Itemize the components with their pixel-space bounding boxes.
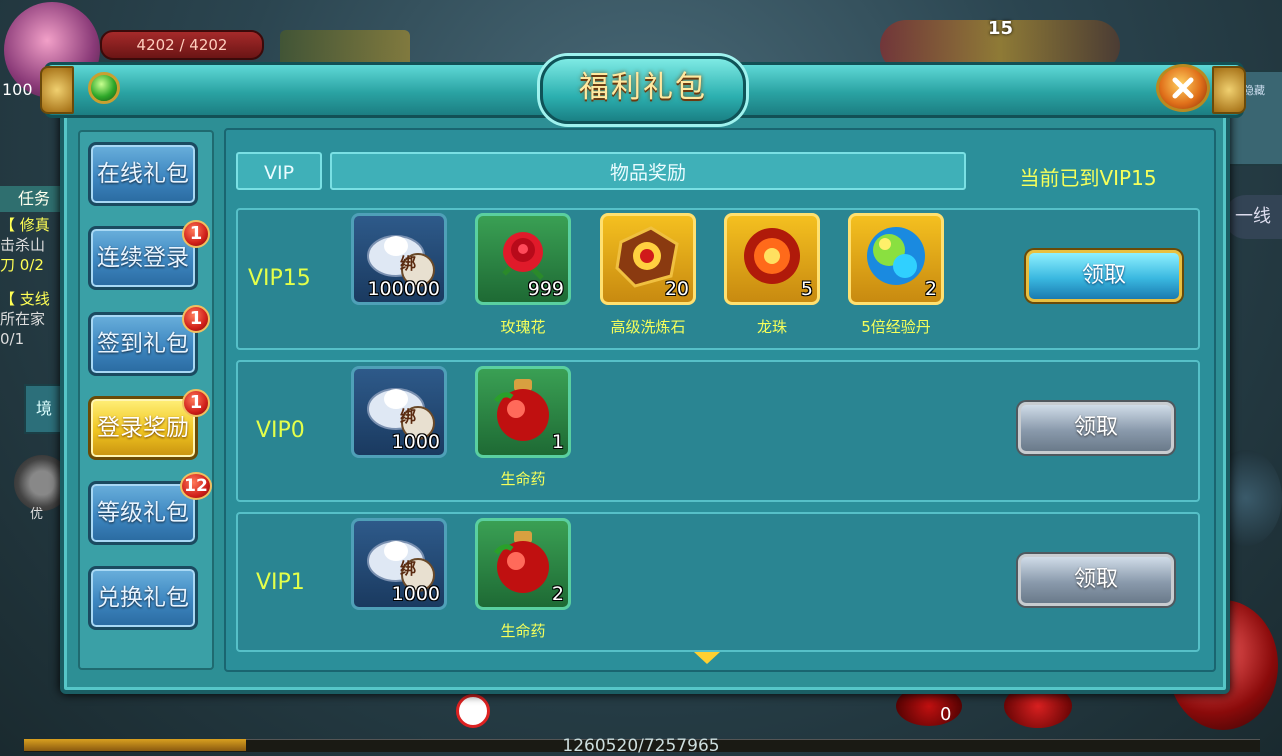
health-potion-icon bbox=[494, 379, 549, 441]
item-name: 玫瑰花 bbox=[500, 318, 546, 336]
exp-pill-icon bbox=[867, 227, 925, 285]
hp-bar: 4202 / 4202 bbox=[100, 30, 264, 60]
settings-label: 优 bbox=[30, 507, 44, 522]
item-quantity: 100000 bbox=[367, 278, 440, 300]
quest-line: 所在家 bbox=[0, 310, 46, 328]
scroll-ornament-left bbox=[40, 66, 74, 114]
item-quantity: 1000 bbox=[391, 583, 440, 605]
green-gem-icon bbox=[88, 72, 120, 104]
notification-badge: 12 bbox=[180, 472, 212, 500]
scene-button[interactable]: 境 bbox=[24, 384, 64, 434]
row-vip-level: VIP1 bbox=[256, 570, 305, 595]
notification-badge: 1 bbox=[182, 220, 210, 248]
reward-item[interactable]: 绑 1000 bbox=[351, 366, 447, 458]
event-count-badge: 15 bbox=[988, 18, 1014, 39]
header-rewards: 物品奖励 bbox=[330, 152, 966, 190]
item-quantity: 2 bbox=[924, 278, 937, 300]
nav-redeem-gift[interactable]: 兑换礼包 bbox=[88, 566, 198, 630]
claim-button[interactable]: 领取 bbox=[1018, 554, 1174, 606]
bound-stamp: 绑 bbox=[400, 559, 417, 578]
bound-stamp: 绑 bbox=[400, 254, 417, 273]
item-quantity: 2 bbox=[551, 583, 564, 605]
item-name: 生命药 bbox=[500, 470, 546, 488]
reward-item[interactable]: 20 bbox=[600, 213, 696, 305]
nav-online-gift[interactable]: 在线礼包 bbox=[88, 142, 198, 206]
reward-item[interactable]: 绑 1000 bbox=[351, 518, 447, 610]
item-name: 生命药 bbox=[500, 622, 546, 640]
row-vip-level: VIP15 bbox=[248, 266, 311, 291]
item-quantity: 1 bbox=[551, 431, 564, 453]
quest-tracker[interactable]: 【 修真 击杀山 刀 0/2 【 支线 所在家 0/1 bbox=[0, 215, 60, 349]
item-name: 龙珠 bbox=[756, 318, 787, 336]
notification-badge: 1 bbox=[182, 389, 210, 417]
item-quantity: 20 bbox=[664, 278, 689, 300]
skill-slot-value: 0 bbox=[940, 704, 952, 725]
bound-stamp: 绑 bbox=[400, 407, 417, 426]
quest-line: 刀 0/2 bbox=[0, 256, 44, 274]
row-vip-level: VIP0 bbox=[256, 418, 305, 443]
server-line-button[interactable]: 一线 bbox=[1224, 195, 1282, 239]
claim-button[interactable]: 领取 bbox=[1018, 402, 1174, 454]
current-vip-status: 当前已到VIP15 bbox=[1019, 166, 1157, 190]
quest-line: 击杀山 bbox=[0, 236, 46, 254]
player-level: 100 bbox=[2, 80, 33, 99]
health-potion-icon bbox=[494, 531, 549, 593]
item-quantity: 1000 bbox=[391, 431, 440, 453]
close-icon bbox=[1172, 77, 1194, 99]
reward-item[interactable]: 2 bbox=[475, 518, 571, 610]
reward-item[interactable]: 2 bbox=[848, 213, 944, 305]
reward-item[interactable]: 999 bbox=[475, 213, 571, 305]
quest-line: 【 支线 bbox=[0, 290, 50, 308]
close-button[interactable] bbox=[1156, 64, 1210, 112]
item-name: 5倍经验丹 bbox=[861, 318, 931, 336]
dragon-pearl-icon bbox=[744, 228, 800, 284]
header-vip: VIP bbox=[236, 152, 322, 190]
reward-item[interactable]: 绑 100000 bbox=[351, 213, 447, 305]
scroll-down-arrow-icon[interactable] bbox=[694, 652, 720, 664]
no-entry-icon bbox=[456, 694, 490, 728]
notification-badge: 1 bbox=[182, 305, 210, 333]
quest-line: 【 修真 bbox=[0, 216, 50, 234]
claim-button[interactable]: 领取 bbox=[1026, 250, 1182, 302]
item-quantity: 999 bbox=[527, 278, 564, 300]
quest-line: 0/1 bbox=[0, 330, 25, 348]
item-name: 高级洗炼石 bbox=[610, 318, 686, 336]
dialog-title: 福利礼包 bbox=[579, 70, 707, 105]
scroll-ornament-right bbox=[1212, 66, 1246, 114]
reward-item[interactable]: 5 bbox=[724, 213, 820, 305]
reward-item[interactable]: 1 bbox=[475, 366, 571, 458]
item-quantity: 5 bbox=[800, 278, 813, 300]
exp-text: 1260520/7257965 bbox=[562, 736, 720, 756]
